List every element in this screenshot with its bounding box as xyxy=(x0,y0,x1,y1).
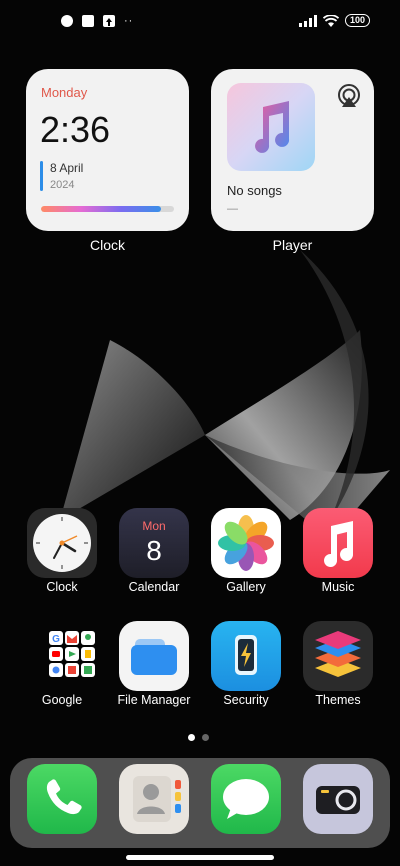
notification-square-icon xyxy=(82,15,94,27)
calendar-day: 8 xyxy=(146,535,162,566)
app-gallery[interactable]: Gallery xyxy=(200,508,292,594)
app-file-manager[interactable]: File Manager xyxy=(108,621,200,707)
contacts-icon xyxy=(119,764,189,834)
player-widget-label: Player xyxy=(272,237,313,253)
clock-icon xyxy=(27,508,97,578)
home-indicator[interactable] xyxy=(126,855,274,860)
music-note-icon xyxy=(255,101,290,153)
player-widget[interactable]: No songs — xyxy=(211,69,374,231)
page-dot[interactable] xyxy=(202,734,209,741)
widget-time: 2:36 xyxy=(40,109,111,150)
dock-phone[interactable] xyxy=(16,764,108,834)
app-google-folder[interactable]: G Google xyxy=(16,621,108,707)
app-calendar[interactable]: Mon 8 Calendar xyxy=(108,508,200,594)
status-bar: ·· 100 xyxy=(0,0,400,40)
player-subtitle: — xyxy=(227,203,238,215)
more-notifications-icon: ·· xyxy=(124,15,134,27)
day-progress-fill xyxy=(41,206,161,212)
security-icon xyxy=(211,621,281,691)
wifi-icon xyxy=(322,14,339,27)
upload-icon xyxy=(103,15,115,27)
day-progress-bar xyxy=(41,206,174,212)
app-themes[interactable]: Themes xyxy=(292,621,384,707)
calendar-month: Mon xyxy=(142,519,166,533)
camera-icon xyxy=(303,764,373,834)
album-art xyxy=(227,83,315,171)
app-music[interactable]: Music xyxy=(292,508,384,594)
clock-widget[interactable]: Monday 2:36 8 April 2024 xyxy=(26,69,189,231)
svg-text:G: G xyxy=(52,634,60,645)
themes-icon xyxy=(303,621,373,691)
airplay-icon[interactable] xyxy=(336,83,362,109)
app-label: Google xyxy=(41,693,83,707)
app-label: Music xyxy=(321,580,355,594)
date-accent-bar xyxy=(40,161,43,191)
widget-date: 8 April xyxy=(50,161,84,175)
app-label: File Manager xyxy=(117,693,191,707)
clock-widget-label: Clock xyxy=(89,237,125,253)
widget-year: 2024 xyxy=(50,179,75,191)
dock-contacts[interactable] xyxy=(108,764,200,834)
notification-app-icon xyxy=(61,15,73,27)
page-dot-active[interactable] xyxy=(188,734,195,741)
phone-icon xyxy=(27,764,97,834)
widget-day: Monday xyxy=(41,85,88,100)
gallery-icon xyxy=(211,508,281,578)
app-security[interactable]: Security xyxy=(200,621,292,707)
dock xyxy=(10,758,390,848)
dock-messages[interactable] xyxy=(200,764,292,834)
app-clock[interactable]: Clock xyxy=(16,508,108,594)
app-label: Themes xyxy=(315,693,361,707)
app-label: Gallery xyxy=(226,580,266,594)
dock-camera[interactable] xyxy=(292,764,384,834)
battery-indicator: 100 xyxy=(344,14,370,27)
music-icon xyxy=(303,508,373,578)
player-title: No songs xyxy=(227,183,282,198)
app-label: Calendar xyxy=(128,580,180,594)
folder-icon xyxy=(119,621,189,691)
google-folder-icon: G xyxy=(27,621,97,691)
app-label: Clock xyxy=(46,580,78,594)
calendar-icon: Mon 8 xyxy=(119,508,189,578)
page-indicator xyxy=(188,734,209,741)
messages-icon xyxy=(211,764,281,834)
signal-icon xyxy=(298,14,317,27)
app-label: Security xyxy=(223,693,269,707)
